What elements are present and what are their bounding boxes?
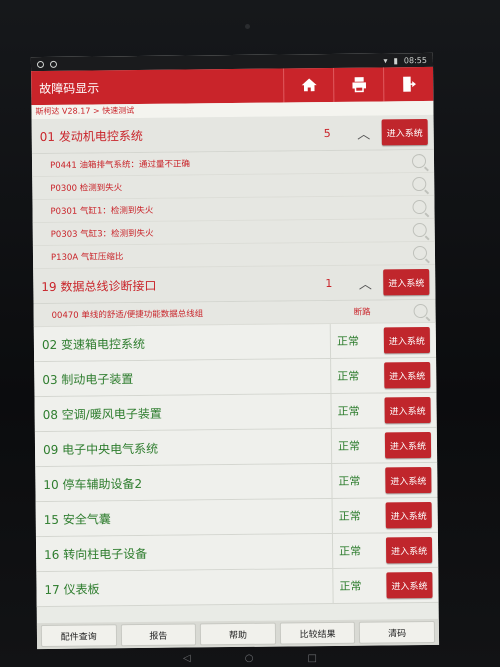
- report-button[interactable]: 报告: [120, 623, 197, 647]
- back-icon[interactable]: ◁: [183, 653, 191, 664]
- collapse-chevron-icon[interactable]: ︿: [349, 273, 381, 292]
- enter-system-button[interactable]: 进入系统: [385, 536, 433, 564]
- exit-icon: [402, 76, 416, 92]
- system-row[interactable]: 09 电子中央电气系统 正常 进入系统: [34, 427, 438, 468]
- wifi-icon: ▾: [383, 55, 388, 65]
- fault-count: 1: [325, 276, 333, 290]
- exit-button[interactable]: [383, 66, 434, 102]
- tablet-screen: ▾ ▮ 08:55 故障码显示 斯柯达 V28.17 > 快速测试 01 发动机…: [30, 52, 440, 650]
- system-name: 02 变速箱电控系统: [41, 336, 146, 352]
- system-row[interactable]: 01 发动机电控系统 5 ︿ 进入系统: [31, 114, 434, 155]
- system-row[interactable]: 03 制动电子装置 正常 进入系统: [34, 357, 437, 398]
- battery-icon: ▮: [393, 55, 398, 65]
- search-icon[interactable]: [412, 199, 427, 215]
- dtc-status: 断路: [353, 307, 371, 318]
- collapse-chevron-icon[interactable]: ︿: [348, 123, 380, 142]
- system-status: 正常: [331, 533, 385, 568]
- dtc-status: [353, 207, 413, 208]
- system-name: 03 制动电子装置: [42, 371, 134, 387]
- system-status: 正常: [331, 498, 384, 533]
- search-icon[interactable]: [413, 303, 428, 319]
- enter-system-button[interactable]: 进入系统: [385, 501, 432, 529]
- dtc-text: 00470 单线的舒适/便捷功能数据总线组: [51, 309, 204, 321]
- front-camera: [245, 24, 250, 29]
- bottom-toolbar: 配件查询 报告 帮助 比较结果 清码: [36, 618, 440, 650]
- system-row[interactable]: 10 停车辅助设备2 正常 进入系统: [35, 462, 438, 503]
- dtc-status: [352, 161, 412, 162]
- android-nav-bar: ◁ ○ □: [0, 650, 500, 667]
- system-status: 正常: [330, 393, 383, 429]
- system-name: 01 发动机电控系统: [39, 128, 143, 144]
- dtc-text: P0303 气缸3：检测到失火: [50, 228, 154, 240]
- home-icon: [301, 78, 317, 92]
- enter-system-button[interactable]: 进入系统: [381, 118, 428, 146]
- system-name: 09 电子中央电气系统: [42, 441, 159, 457]
- system-name: 17 仪表板: [44, 581, 100, 597]
- search-icon[interactable]: [412, 245, 428, 261]
- recents-icon[interactable]: □: [307, 653, 316, 664]
- dtc-status: [352, 184, 412, 185]
- enter-system-button[interactable]: 进入系统: [384, 396, 431, 424]
- settings-status-icon: [49, 60, 58, 68]
- notification-icon: [36, 60, 45, 68]
- parts-query-button[interactable]: 配件查询: [40, 624, 117, 648]
- dtc-row[interactable]: P130A 气缸压缩比: [32, 241, 436, 270]
- print-button[interactable]: [333, 67, 384, 102]
- enter-system-button[interactable]: 进入系统: [384, 361, 431, 389]
- print-icon: [351, 77, 366, 93]
- dtc-text: P0441 油箱排气系统：通过量不正确: [49, 159, 191, 171]
- system-status: 正常: [330, 358, 383, 394]
- system-status: 正常: [330, 428, 384, 463]
- system-row[interactable]: 19 数据总线诊断接口 1 ︿ 进入系统: [33, 264, 436, 305]
- system-status: 正常: [331, 463, 384, 498]
- system-name: 08 空调/暖风电子装置: [42, 406, 162, 422]
- compare-results-button[interactable]: 比较结果: [279, 621, 356, 645]
- search-icon[interactable]: [411, 153, 427, 169]
- system-name: 15 安全气囊: [43, 511, 111, 527]
- system-name: 10 停车辅助设备2: [43, 476, 143, 492]
- dtc-status: [353, 253, 413, 254]
- enter-system-button[interactable]: 进入系统: [386, 571, 433, 599]
- system-row[interactable]: 16 转向柱电子设备 正常 进入系统: [35, 532, 439, 573]
- home-circle-icon[interactable]: ○: [245, 653, 254, 664]
- page-title: 故障码显示: [39, 80, 100, 96]
- enter-system-button[interactable]: 进入系统: [385, 466, 432, 494]
- dtc-text: P130A 气缸压缩比: [50, 252, 124, 263]
- clock: 08:55: [403, 55, 428, 65]
- help-button[interactable]: 帮助: [200, 622, 276, 646]
- enter-system-button[interactable]: 进入系统: [383, 326, 431, 354]
- system-status: 正常: [329, 323, 383, 359]
- title-bar: 故障码显示: [31, 66, 434, 106]
- system-row[interactable]: 15 安全气囊 正常 进入系统: [35, 497, 438, 538]
- home-button[interactable]: [283, 67, 334, 103]
- dtc-row[interactable]: 00470 单线的舒适/便捷功能数据总线组 断路: [33, 299, 436, 328]
- dtc-status: [353, 230, 413, 231]
- system-row[interactable]: 17 仪表板 正常 进入系统: [36, 567, 439, 608]
- clear-codes-button[interactable]: 清码: [359, 620, 436, 644]
- search-icon[interactable]: [412, 176, 427, 192]
- system-row[interactable]: 02 变速箱电控系统 正常 进入系统: [33, 322, 437, 363]
- system-list: 01 发动机电控系统 5 ︿ 进入系统 P0441 油箱排气系统：通过量不正确 P0300…: [31, 114, 439, 608]
- system-status: 正常: [332, 568, 385, 603]
- enter-system-button[interactable]: 进入系统: [384, 431, 432, 459]
- fault-count: 5: [323, 126, 331, 140]
- dtc-text: P0301 气缸1：检测到失火: [50, 205, 154, 217]
- dtc-text: P0300 检测到失火: [50, 183, 123, 194]
- system-row[interactable]: 08 空调/暖风电子装置 正常 进入系统: [34, 392, 437, 433]
- enter-system-button[interactable]: 进入系统: [383, 268, 430, 296]
- system-name: 16 转向柱电子设备: [44, 546, 148, 562]
- search-icon[interactable]: [412, 222, 427, 238]
- system-name: 19 数据总线诊断接口: [41, 278, 157, 294]
